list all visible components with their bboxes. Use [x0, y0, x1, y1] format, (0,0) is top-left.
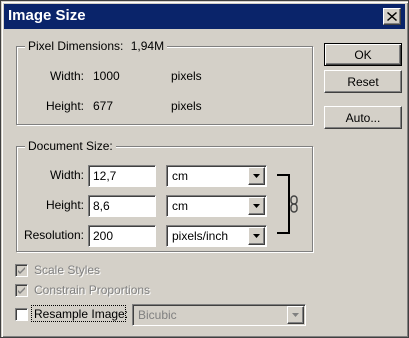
pixel-dimensions-title: Pixel Dimensions: — [28, 39, 124, 53]
pixel-dimensions-size: 1,94M — [130, 39, 165, 53]
resample-image-label: Resample Image: — [34, 307, 129, 321]
pixel-width-value: 1000 — [93, 69, 120, 83]
auto-button[interactable]: Auto... — [324, 106, 402, 129]
resolution-unit-select[interactable]: pixels/inch — [166, 225, 267, 247]
constrain-proportions-checkbox[interactable] — [15, 284, 28, 297]
chevron-down-icon — [253, 204, 260, 208]
reset-button[interactable]: Reset — [324, 70, 402, 93]
close-icon — [387, 12, 397, 21]
doc-height-unit-value: cm — [172, 199, 188, 213]
dialog-title: Image Size — [8, 7, 86, 24]
doc-height-unit-dropdown-arrow[interactable] — [248, 197, 265, 215]
doc-width-input[interactable]: 12,7 — [88, 165, 156, 187]
constrain-proportions-label: Constrain Proportions — [34, 283, 151, 297]
resolution-unit-dropdown-arrow[interactable] — [248, 227, 265, 245]
pixel-height-unit: pixels — [171, 99, 202, 113]
chevron-down-icon — [253, 174, 260, 178]
chevron-down-icon — [292, 313, 299, 317]
resolution-input[interactable]: 200 — [88, 225, 156, 247]
resolution-unit-value: pixels/inch — [172, 229, 229, 243]
pixel-dimensions-legend: Pixel Dimensions: 1,94M — [25, 39, 168, 53]
doc-width-label: Width: — [49, 168, 84, 182]
scale-styles-label: Scale Styles — [34, 263, 101, 277]
resample-method-select[interactable]: Bicubic — [132, 304, 306, 326]
pixel-width-unit: pixels — [171, 69, 202, 83]
checkmark-icon — [18, 287, 25, 294]
pixel-height-label: Height: — [45, 99, 84, 113]
doc-height-input[interactable]: 8,6 — [88, 195, 156, 217]
doc-width-unit-dropdown-arrow[interactable] — [248, 167, 265, 185]
resample-image-checkbox[interactable] — [15, 308, 28, 321]
resample-method-value: Bicubic — [138, 308, 177, 322]
ok-button[interactable]: OK — [324, 43, 402, 66]
title-bar[interactable]: Image Size — [4, 4, 405, 29]
resample-method-dropdown-arrow[interactable] — [287, 306, 304, 324]
doc-width-unit-select[interactable]: cm — [166, 165, 267, 187]
image-size-dialog: Image Size Pixel Dimensions: 1,94M Width… — [0, 0, 409, 338]
pixel-dimensions-group: Pixel Dimensions: 1,94M — [16, 39, 313, 125]
doc-width-unit-value: cm — [172, 169, 188, 183]
doc-height-unit-select[interactable]: cm — [166, 195, 267, 217]
scale-styles-checkbox[interactable] — [15, 264, 28, 277]
doc-height-label: Height: — [45, 198, 84, 212]
document-size-legend: Document Size: — [25, 139, 116, 153]
checkmark-icon — [18, 267, 25, 274]
close-button[interactable] — [383, 8, 401, 25]
chain-link-icon — [290, 195, 298, 213]
pixel-height-value: 677 — [93, 99, 114, 113]
chevron-down-icon — [253, 234, 260, 238]
resolution-label: Resolution: — [23, 228, 84, 242]
pixel-width-label: Width: — [49, 69, 84, 83]
